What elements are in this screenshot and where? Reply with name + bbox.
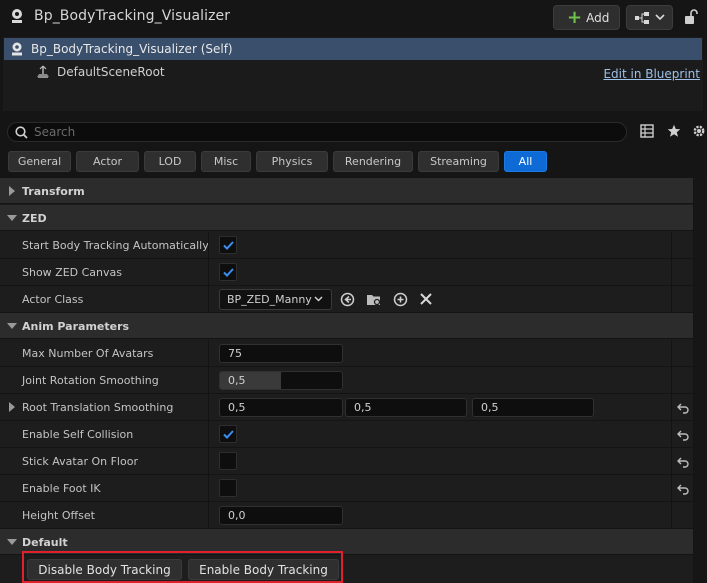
property-label: Stick Avatar On Floor — [22, 455, 138, 468]
property-matrix-icon[interactable] — [640, 124, 654, 138]
edit-in-blueprint-link[interactable]: Edit in Blueprint — [603, 67, 700, 81]
clear-icon[interactable] — [419, 292, 433, 306]
browse-folder-icon[interactable] — [366, 292, 382, 307]
favorite-star-icon[interactable] — [667, 124, 681, 138]
search-icon — [15, 125, 28, 139]
tree-item-default-scene-root[interactable]: DefaultSceneRoot — [35, 65, 165, 79]
chevron-down-icon — [314, 296, 323, 302]
category-label: Default — [22, 536, 68, 549]
filter-tab-all[interactable]: All — [504, 151, 547, 172]
add-label: Add — [586, 10, 610, 25]
plus-icon: + — [567, 6, 583, 28]
root-translation-z-input[interactable]: 0,5 — [472, 398, 594, 417]
category-label: Transform — [22, 185, 85, 198]
reset-to-default-icon[interactable] — [677, 429, 689, 441]
highlight-box — [22, 551, 343, 583]
self-collision-checkbox[interactable] — [219, 425, 237, 443]
property-actor-class: Actor Class BP_ZED_Manny — [0, 286, 693, 313]
actor-title: Bp_BodyTracking_Visualizer — [34, 8, 231, 24]
category-label: Anim Parameters — [22, 320, 130, 333]
property-start-body-tracking: Start Body Tracking Automatically — [0, 232, 693, 259]
property-max-avatars: Max Number Of Avatars 75 — [0, 340, 693, 367]
property-label: Enable Foot IK — [22, 482, 101, 495]
height-offset-input[interactable]: 0,0 — [219, 506, 343, 525]
tree-item-self[interactable]: Bp_BodyTracking_Visualizer (Self) — [4, 38, 702, 60]
actor-class-combo[interactable]: BP_ZED_Manny — [219, 289, 332, 310]
joint-rotation-slider[interactable]: 0,5 — [219, 371, 343, 390]
tree-item-self-label: Bp_BodyTracking_Visualizer (Self) — [31, 42, 233, 56]
property-label: Start Body Tracking Automatically — [22, 239, 209, 252]
filter-tab-streaming[interactable]: Streaming — [418, 151, 499, 172]
use-selected-icon[interactable] — [340, 292, 355, 307]
category-label: ZED — [22, 212, 47, 225]
category-zed[interactable]: ZED — [0, 205, 693, 231]
hierarchy-dropdown-button[interactable] — [626, 5, 673, 30]
property-label: Actor Class — [22, 293, 84, 306]
property-enable-self-collision: Enable Self Collision — [0, 421, 693, 448]
filter-tab-lod[interactable]: LOD — [144, 151, 196, 172]
chevron-down-icon — [7, 323, 17, 329]
checkmark-icon — [223, 430, 234, 439]
components-tree: Bp_BodyTracking_Visualizer (Self) Defaul… — [3, 37, 703, 111]
property-show-zed-canvas: Show ZED Canvas — [0, 259, 693, 286]
property-root-translation-smoothing: Root Translation Smoothing 0,5 0,5 0,5 — [0, 394, 693, 421]
root-translation-y-input[interactable]: 0,5 — [345, 398, 467, 417]
search-box[interactable] — [7, 122, 627, 142]
actor-class-value: BP_ZED_Manny — [227, 293, 312, 306]
scene-component-icon — [37, 65, 49, 78]
hierarchy-icon — [635, 11, 649, 24]
tree-item-root-label: DefaultSceneRoot — [57, 65, 165, 79]
reset-to-default-icon[interactable] — [677, 456, 689, 468]
start-body-tracking-checkbox[interactable] — [219, 236, 237, 254]
chevron-down-icon — [655, 14, 665, 21]
add-new-icon[interactable] — [393, 292, 408, 307]
filter-tab-actor[interactable]: Actor — [76, 151, 139, 172]
chevron-down-icon — [7, 215, 17, 221]
add-component-button[interactable]: + Add — [553, 5, 620, 30]
property-stick-avatar-on-floor: Stick Avatar On Floor — [0, 448, 693, 475]
details-header: Bp_BodyTracking_Visualizer + Add — [0, 0, 707, 36]
property-label: Max Number Of Avatars — [22, 347, 154, 360]
reset-to-default-icon[interactable] — [677, 483, 689, 495]
property-label: Height Offset — [22, 509, 95, 522]
checkmark-icon — [223, 268, 234, 277]
show-zed-canvas-checkbox[interactable] — [219, 263, 237, 281]
chevron-right-icon — [9, 186, 15, 196]
property-enable-foot-ik: Enable Foot IK — [0, 475, 693, 502]
reset-to-default-icon[interactable] — [677, 402, 689, 414]
filter-tab-misc[interactable]: Misc — [201, 151, 251, 172]
settings-gear-icon[interactable] — [692, 124, 706, 138]
property-label: Show ZED Canvas — [22, 266, 123, 279]
chevron-right-icon[interactable] — [7, 402, 17, 412]
checkmark-icon — [223, 241, 234, 250]
filter-tab-physics[interactable]: Physics — [256, 151, 328, 172]
lock-icon[interactable] — [684, 9, 698, 25]
category-transform[interactable]: Transform — [0, 178, 693, 204]
max-avatars-input[interactable]: 75 — [219, 344, 343, 363]
foot-ik-checkbox[interactable] — [219, 479, 237, 497]
property-label: Root Translation Smoothing — [22, 401, 174, 414]
stick-floor-checkbox[interactable] — [219, 452, 237, 470]
property-label: Joint Rotation Smoothing — [22, 374, 159, 387]
filter-tab-rendering[interactable]: Rendering — [333, 151, 413, 172]
filter-tab-general[interactable]: General — [8, 151, 71, 172]
property-joint-rotation-smoothing: Joint Rotation Smoothing 0,5 — [0, 367, 693, 394]
root-translation-x-input[interactable]: 0,5 — [219, 398, 343, 417]
actor-icon — [12, 42, 22, 56]
details-scrollbar[interactable] — [694, 178, 707, 583]
actor-icon — [12, 9, 22, 23]
property-label: Enable Self Collision — [22, 428, 134, 441]
search-input[interactable] — [34, 125, 594, 139]
details-panel: Transform ZED Start Body Tracking Automa… — [0, 178, 693, 583]
chevron-down-icon — [7, 539, 17, 545]
category-filter-bar: General Actor LOD Misc Physics Rendering… — [8, 151, 547, 172]
category-anim-parameters[interactable]: Anim Parameters — [0, 313, 693, 339]
property-height-offset: Height Offset 0,0 — [0, 502, 693, 529]
